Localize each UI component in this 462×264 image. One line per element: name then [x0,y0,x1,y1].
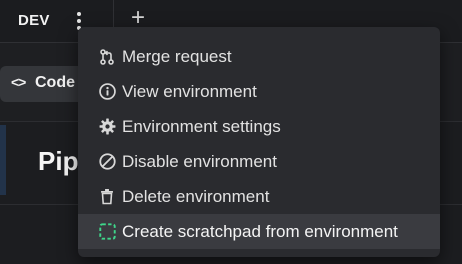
environment-actions-menu: Merge request View environment Environme… [78,27,440,257]
menu-item-merge-request[interactable]: Merge request [78,39,440,74]
gear-icon [98,118,116,136]
menu-item-label: Create scratchpad from environment [122,221,398,241]
menu-item-label: Disable environment [122,151,277,171]
scratchpad-icon [98,223,116,241]
side-accent [0,125,6,195]
code-tab[interactable]: <> Code [0,66,90,102]
info-icon [98,83,116,101]
menu-item-label: View environment [122,81,257,101]
code-tab-label: Code [35,74,75,91]
menu-item-label: Merge request [122,46,232,66]
trash-icon [98,188,116,206]
disable-icon [98,153,116,171]
menu-item-create-scratchpad[interactable]: Create scratchpad from environment [78,214,440,249]
menu-item-label: Environment settings [122,116,281,136]
page-title: Pip [38,146,79,176]
menu-item-view-environment[interactable]: View environment [78,74,440,109]
menu-item-delete-environment[interactable]: Delete environment [78,179,440,214]
merge-request-icon [98,48,116,66]
menu-item-disable-environment[interactable]: Disable environment [78,144,440,179]
code-brackets-icon: <> [11,74,26,90]
environment-name: DEV [18,12,50,29]
menu-item-label: Delete environment [122,186,270,206]
menu-item-environment-settings[interactable]: Environment settings [78,109,440,144]
